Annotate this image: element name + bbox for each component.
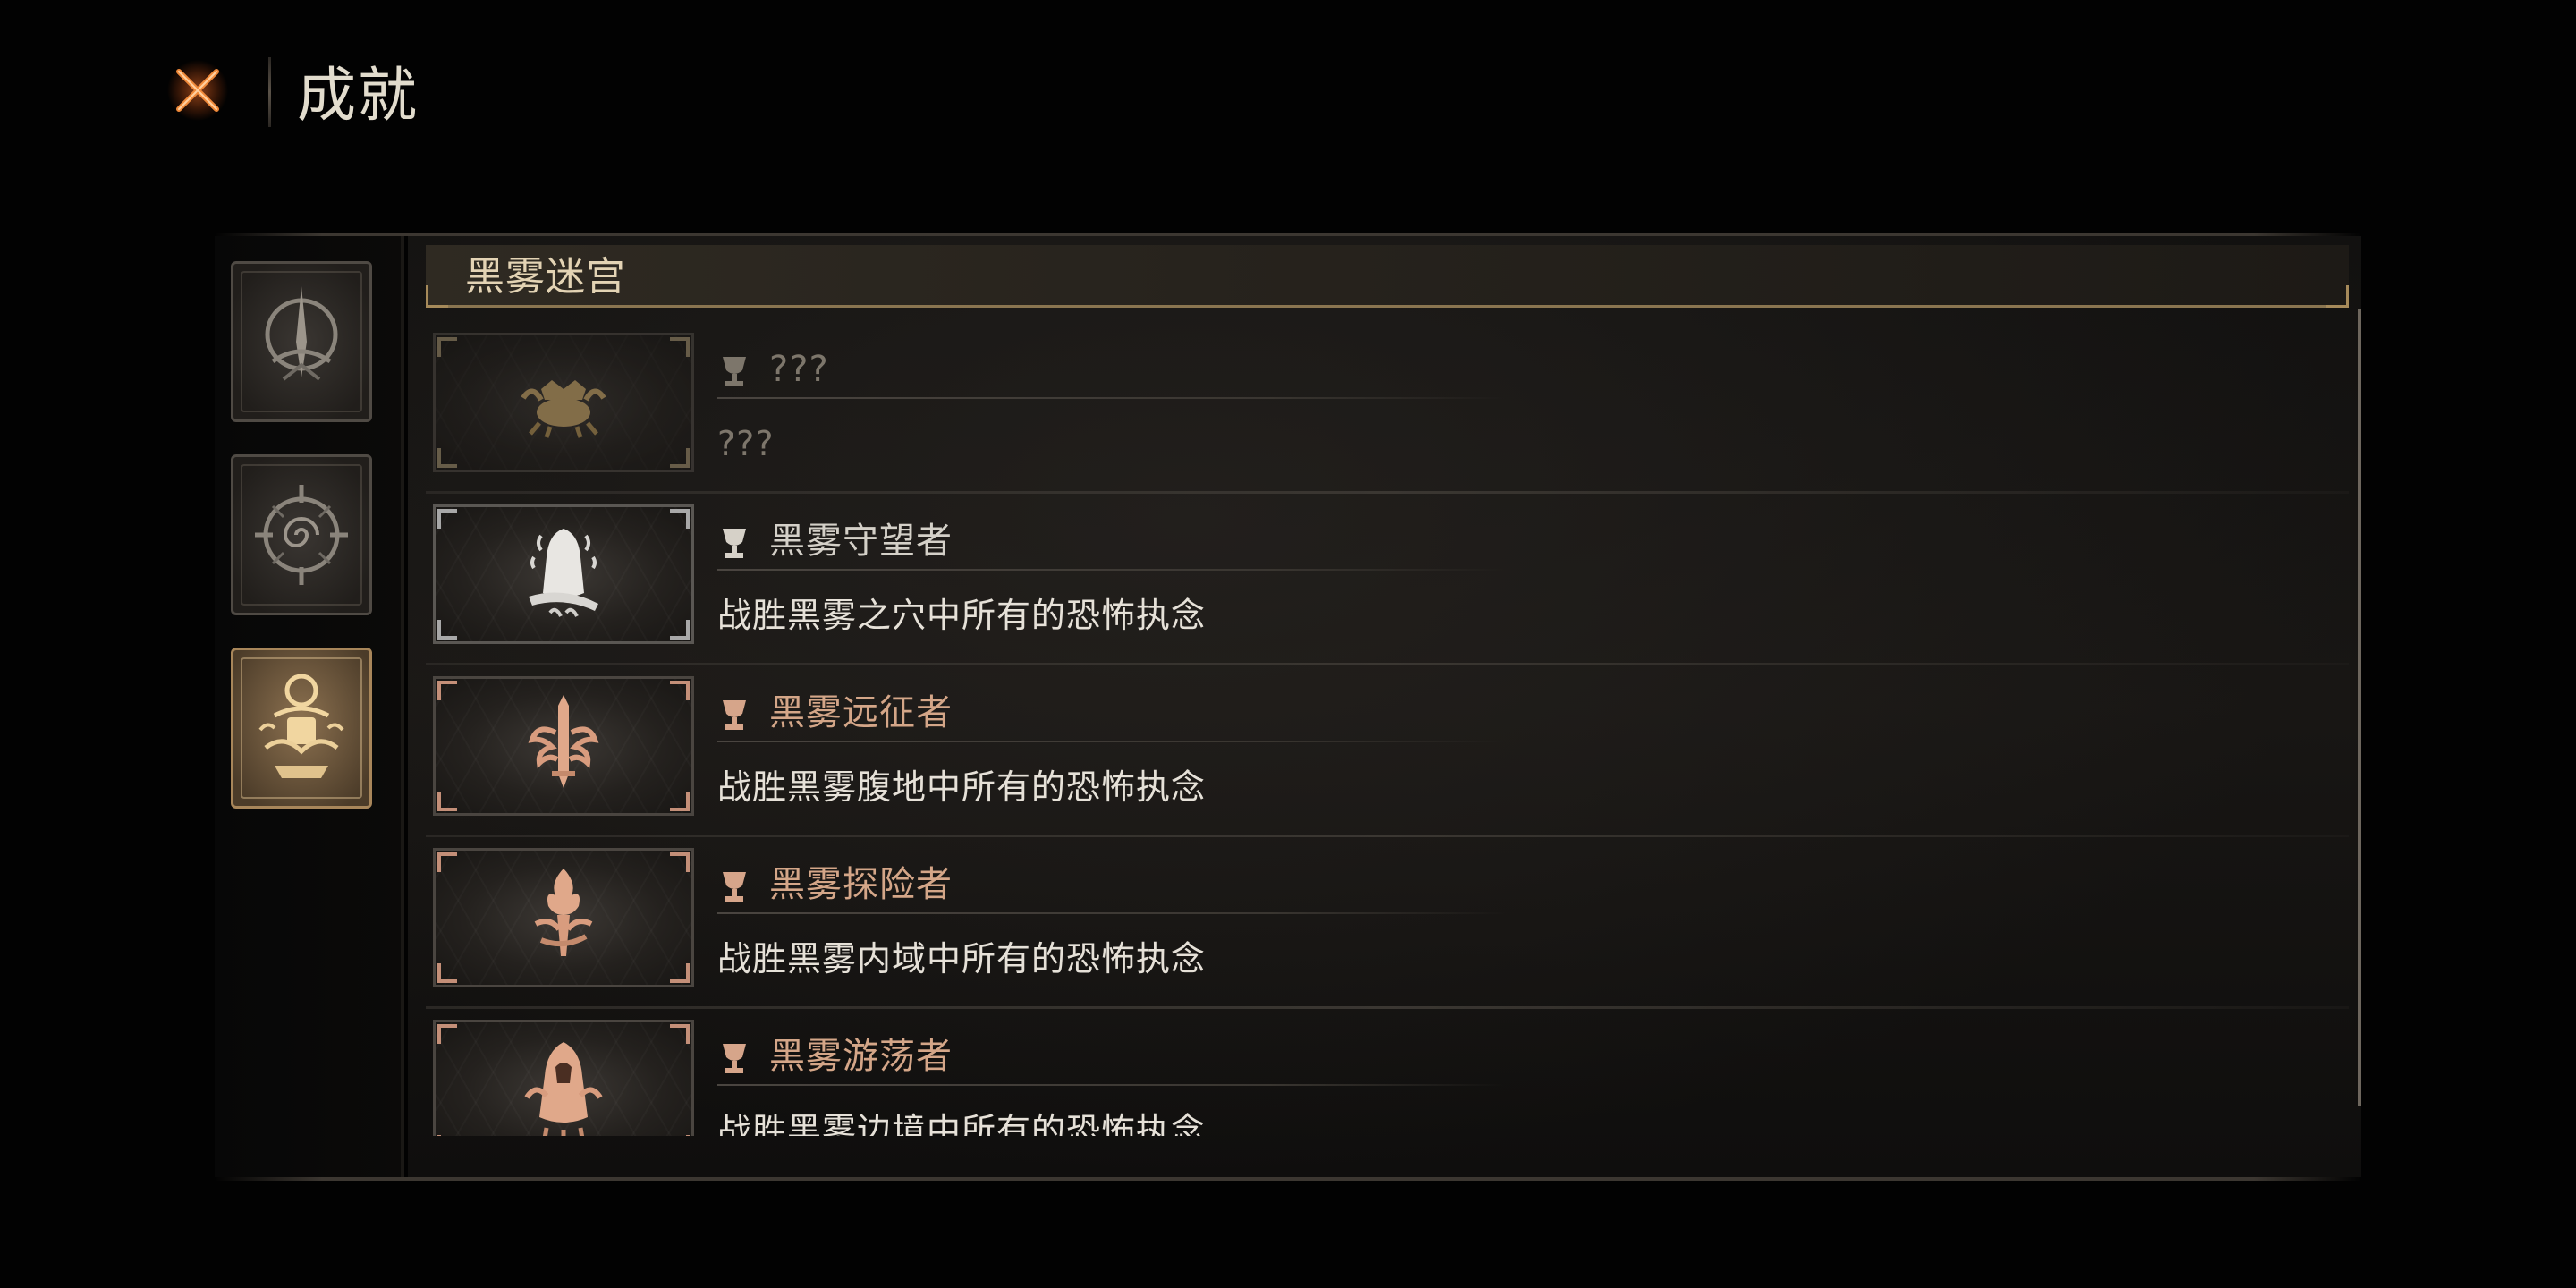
achievement-name: 黑雾探险者 xyxy=(769,864,953,905)
achievement-row[interactable]: 黑雾守望者 战胜黑雾之穴中所有的恐怖执念 xyxy=(426,494,2349,665)
name-underline xyxy=(717,569,1504,571)
header-corner-right xyxy=(2326,285,2349,308)
achievement-description: 战胜黑雾之穴中所有的恐怖执念 xyxy=(717,596,1207,635)
achievement-badge xyxy=(433,676,694,816)
header-divider xyxy=(268,57,271,127)
achievement-description: 战胜黑雾内域中所有的恐怖执念 xyxy=(717,939,1207,979)
trophy-icon xyxy=(723,529,746,558)
trophy-icon xyxy=(723,1044,746,1073)
achievement-list[interactable]: ??? ??? 黑雾守望者 战胜黑雾之穴中所有的恐怖执念 黑雾远征者 战胜黑雾腹… xyxy=(426,322,2349,1136)
trophy-icon xyxy=(723,872,746,902)
black-fog-labyrinth-icon xyxy=(258,674,344,778)
cloaked-wanderer-icon xyxy=(524,1042,603,1136)
section-title: 黑雾迷宫 xyxy=(465,254,626,300)
torch-flame-icon xyxy=(534,869,593,956)
achievement-name: 黑雾守望者 xyxy=(769,521,953,562)
compass-spiral-icon xyxy=(255,485,348,585)
frame-bottom-border xyxy=(215,1177,2361,1181)
close-button[interactable] xyxy=(166,59,229,122)
sword-wings-icon xyxy=(528,695,599,788)
sidebar-divider xyxy=(401,236,404,1177)
trophy-icon xyxy=(723,700,746,730)
scrollbar[interactable] xyxy=(2358,309,2361,1106)
achievement-badge xyxy=(433,504,694,644)
spire-sigil-icon xyxy=(265,286,338,381)
achievement-badge xyxy=(433,848,694,987)
achievement-name: 黑雾游荡者 xyxy=(769,1036,953,1077)
achievement-row[interactable]: 黑雾探险者 战胜黑雾内域中所有的恐怖执念 xyxy=(426,837,2349,1009)
achievement-badge xyxy=(433,1020,694,1136)
close-x-icon xyxy=(167,60,228,121)
crab-crest-icon xyxy=(521,380,606,438)
achievement-description: 战胜黑雾边境中所有的恐怖执念 xyxy=(717,1111,1207,1136)
achievement-description: 战胜黑雾腹地中所有的恐怖执念 xyxy=(717,767,1207,807)
hooded-figure-icon xyxy=(529,529,598,617)
page-title: 成就 xyxy=(297,61,419,130)
scrollbar-thumb[interactable] xyxy=(2358,309,2361,1106)
header-corner-left xyxy=(426,285,448,308)
name-underline xyxy=(717,1084,1504,1086)
category-tab-3[interactable] xyxy=(231,648,372,809)
name-underline xyxy=(717,912,1504,914)
achievement-name: ??? xyxy=(769,349,829,390)
section-header: 黑雾迷宫 xyxy=(426,245,2349,308)
achievement-row[interactable]: 黑雾远征者 战胜黑雾腹地中所有的恐怖执念 xyxy=(426,665,2349,837)
achievement-badge xyxy=(433,333,694,472)
achievement-name: 黑雾远征者 xyxy=(769,692,953,733)
achievement-description: ??? xyxy=(717,424,775,463)
trophy-icon xyxy=(723,357,746,386)
achievement-row[interactable]: ??? ??? xyxy=(426,322,2349,494)
achievement-row[interactable]: 黑雾游荡者 战胜黑雾边境中所有的恐怖执念 xyxy=(426,1009,2349,1136)
name-underline xyxy=(717,397,1504,399)
category-tab-1[interactable] xyxy=(231,261,372,422)
category-tab-2[interactable] xyxy=(231,454,372,615)
name-underline xyxy=(717,741,1504,742)
